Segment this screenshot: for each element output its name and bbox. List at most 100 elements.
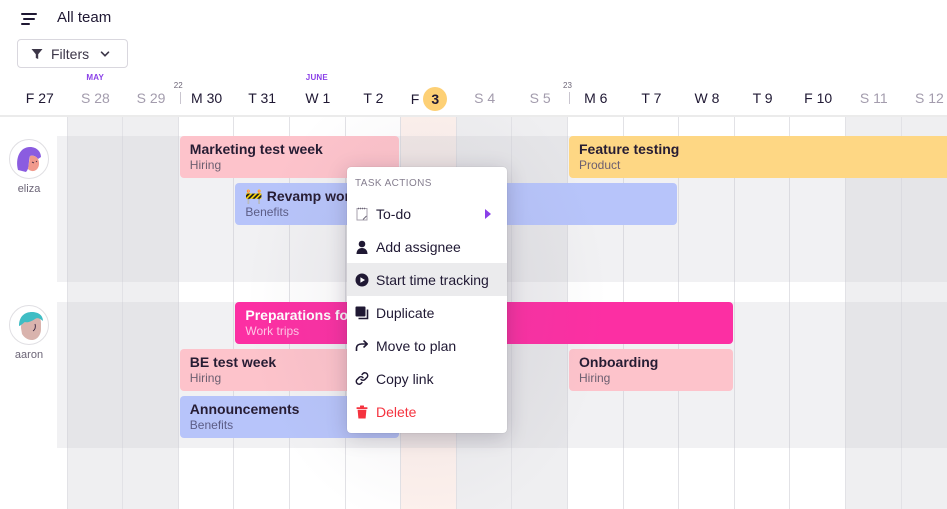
top-bar: All team bbox=[0, 0, 947, 36]
person-name: aaron bbox=[14, 349, 44, 361]
link-icon bbox=[355, 372, 369, 386]
weekday-label: T bbox=[248, 90, 257, 106]
duplicate-icon bbox=[355, 306, 369, 320]
menu-item-start-time-tracking[interactable]: Start time tracking bbox=[347, 263, 507, 296]
day-number: 7 bbox=[653, 90, 662, 106]
menu-item-label: Delete bbox=[376, 403, 417, 420]
day-number: 28 bbox=[94, 90, 110, 106]
day-header: M 30 bbox=[179, 90, 235, 108]
menu-item-delete[interactable]: Delete bbox=[347, 395, 507, 428]
notepad-icon bbox=[355, 207, 369, 221]
day-header: W 8 bbox=[679, 90, 735, 108]
filters-button[interactable]: Filters bbox=[17, 39, 128, 68]
page-title: All team bbox=[57, 9, 112, 26]
menu-section-header: TASK ACTIONS bbox=[355, 178, 432, 189]
trash-icon bbox=[355, 405, 369, 419]
day-header: S 11 bbox=[846, 90, 902, 108]
day-header: M 6 bbox=[568, 90, 624, 108]
weekday-label: M bbox=[584, 90, 596, 106]
weekday-label: F bbox=[25, 90, 35, 106]
weekday-label: S bbox=[80, 90, 91, 106]
menu-item-label: To-do bbox=[376, 205, 412, 222]
weekday-label: S bbox=[136, 90, 146, 106]
day-header: S 12 bbox=[902, 90, 947, 108]
person-icon bbox=[355, 240, 369, 254]
day-header: F 10 bbox=[790, 90, 846, 108]
day-header: T 7 bbox=[624, 90, 680, 108]
weekday-label: F bbox=[410, 91, 420, 107]
task-title: Feature testing bbox=[579, 141, 680, 157]
menu-item-label: Duplicate bbox=[376, 304, 435, 321]
menu-item-label: Copy link bbox=[376, 370, 434, 387]
task-project: Hiring bbox=[579, 371, 611, 385]
menu-item-to-do[interactable]: To-do bbox=[347, 197, 507, 230]
day-header: T 31 bbox=[234, 90, 290, 108]
day-header: S 5 bbox=[512, 90, 568, 108]
day-number: 30 bbox=[206, 90, 223, 106]
day-header: S 4 bbox=[457, 90, 513, 108]
day-number: 6 bbox=[599, 90, 608, 106]
weekday-label: S bbox=[859, 90, 870, 106]
day-header: F 27 bbox=[12, 90, 68, 108]
today-indicator: 3 bbox=[423, 87, 448, 111]
menu-item-add-assignee[interactable]: Add assignee bbox=[347, 230, 507, 263]
day-header: T 9 bbox=[735, 90, 791, 108]
day-header: F3 bbox=[401, 87, 457, 111]
chevron-down-icon bbox=[100, 50, 110, 57]
menu-item-label: Start time tracking bbox=[376, 271, 489, 288]
task-bar[interactable]: Feature testing Product bbox=[569, 136, 947, 178]
redo-arrow-icon bbox=[355, 339, 369, 353]
weekday-label: T bbox=[363, 90, 372, 106]
weekday-label: S bbox=[474, 90, 484, 106]
person-eliza[interactable]: eliza bbox=[7, 139, 51, 195]
day-number: 5 bbox=[542, 90, 551, 106]
person-aaron[interactable]: aaron bbox=[7, 305, 51, 361]
avatar bbox=[9, 305, 49, 345]
day-number: 2 bbox=[375, 90, 384, 106]
day-number: 29 bbox=[149, 90, 166, 106]
day-number: 11 bbox=[873, 90, 888, 106]
submenu-arrow-icon bbox=[485, 209, 491, 219]
task-project: Product bbox=[579, 158, 621, 172]
day-header: W 1 bbox=[290, 90, 346, 108]
menu-item-label: Add assignee bbox=[376, 238, 461, 255]
week-number: 22 bbox=[173, 81, 183, 90]
menu-item-label: Move to plan bbox=[376, 337, 457, 354]
day-number: 27 bbox=[38, 90, 54, 106]
play-circle-icon bbox=[355, 273, 369, 287]
avatar bbox=[9, 139, 49, 179]
day-header: S 28 bbox=[68, 90, 124, 108]
person-name: eliza bbox=[17, 183, 41, 195]
weekday-label: T bbox=[641, 90, 650, 106]
task-actions-menu: TASK ACTIONS To-do Add assignee Start ti… bbox=[347, 167, 507, 433]
filters-label: Filters bbox=[51, 45, 90, 62]
hamburger-menu-icon[interactable] bbox=[21, 12, 37, 26]
day-number: 12 bbox=[928, 90, 944, 106]
planner-app: All team Filters F 27 S 28 S 29 M 30 T 31 W 1… bbox=[0, 0, 947, 509]
task-title: Onboarding bbox=[579, 354, 659, 370]
task-title: Marketing test week bbox=[189, 141, 323, 157]
menu-item-move-to-plan[interactable]: Move to plan bbox=[347, 329, 507, 362]
day-number: 1 bbox=[322, 90, 331, 106]
weekday-label: S bbox=[914, 90, 925, 106]
menu-item-duplicate[interactable]: Duplicate bbox=[347, 296, 507, 329]
day-number: 10 bbox=[816, 90, 833, 106]
day-number: 8 bbox=[711, 90, 720, 106]
month-label: MAY bbox=[86, 73, 105, 82]
timeline-header: F 27 S 28 S 29 M 30 T 31 W 1T 2F3S 4S 5M 6T 7… bbox=[0, 70, 947, 116]
day-header: S 29 bbox=[123, 90, 179, 108]
weekday-label: W bbox=[694, 90, 708, 106]
weekday-label: M bbox=[191, 90, 203, 106]
week-separator bbox=[569, 92, 570, 104]
weekday-label: S bbox=[529, 90, 540, 106]
day-number: 4 bbox=[487, 90, 496, 106]
month-label: JUNE bbox=[305, 73, 328, 82]
task-bar[interactable]: Onboarding Hiring bbox=[569, 349, 733, 391]
weekday-label: W bbox=[305, 90, 319, 106]
weekday-label: F bbox=[804, 90, 813, 106]
menu-item-copy-link[interactable]: Copy link bbox=[347, 362, 507, 395]
week-separator bbox=[179, 92, 181, 104]
funnel-icon bbox=[31, 48, 43, 59]
day-number: 31 bbox=[260, 90, 277, 106]
day-header: T 2 bbox=[346, 90, 402, 108]
